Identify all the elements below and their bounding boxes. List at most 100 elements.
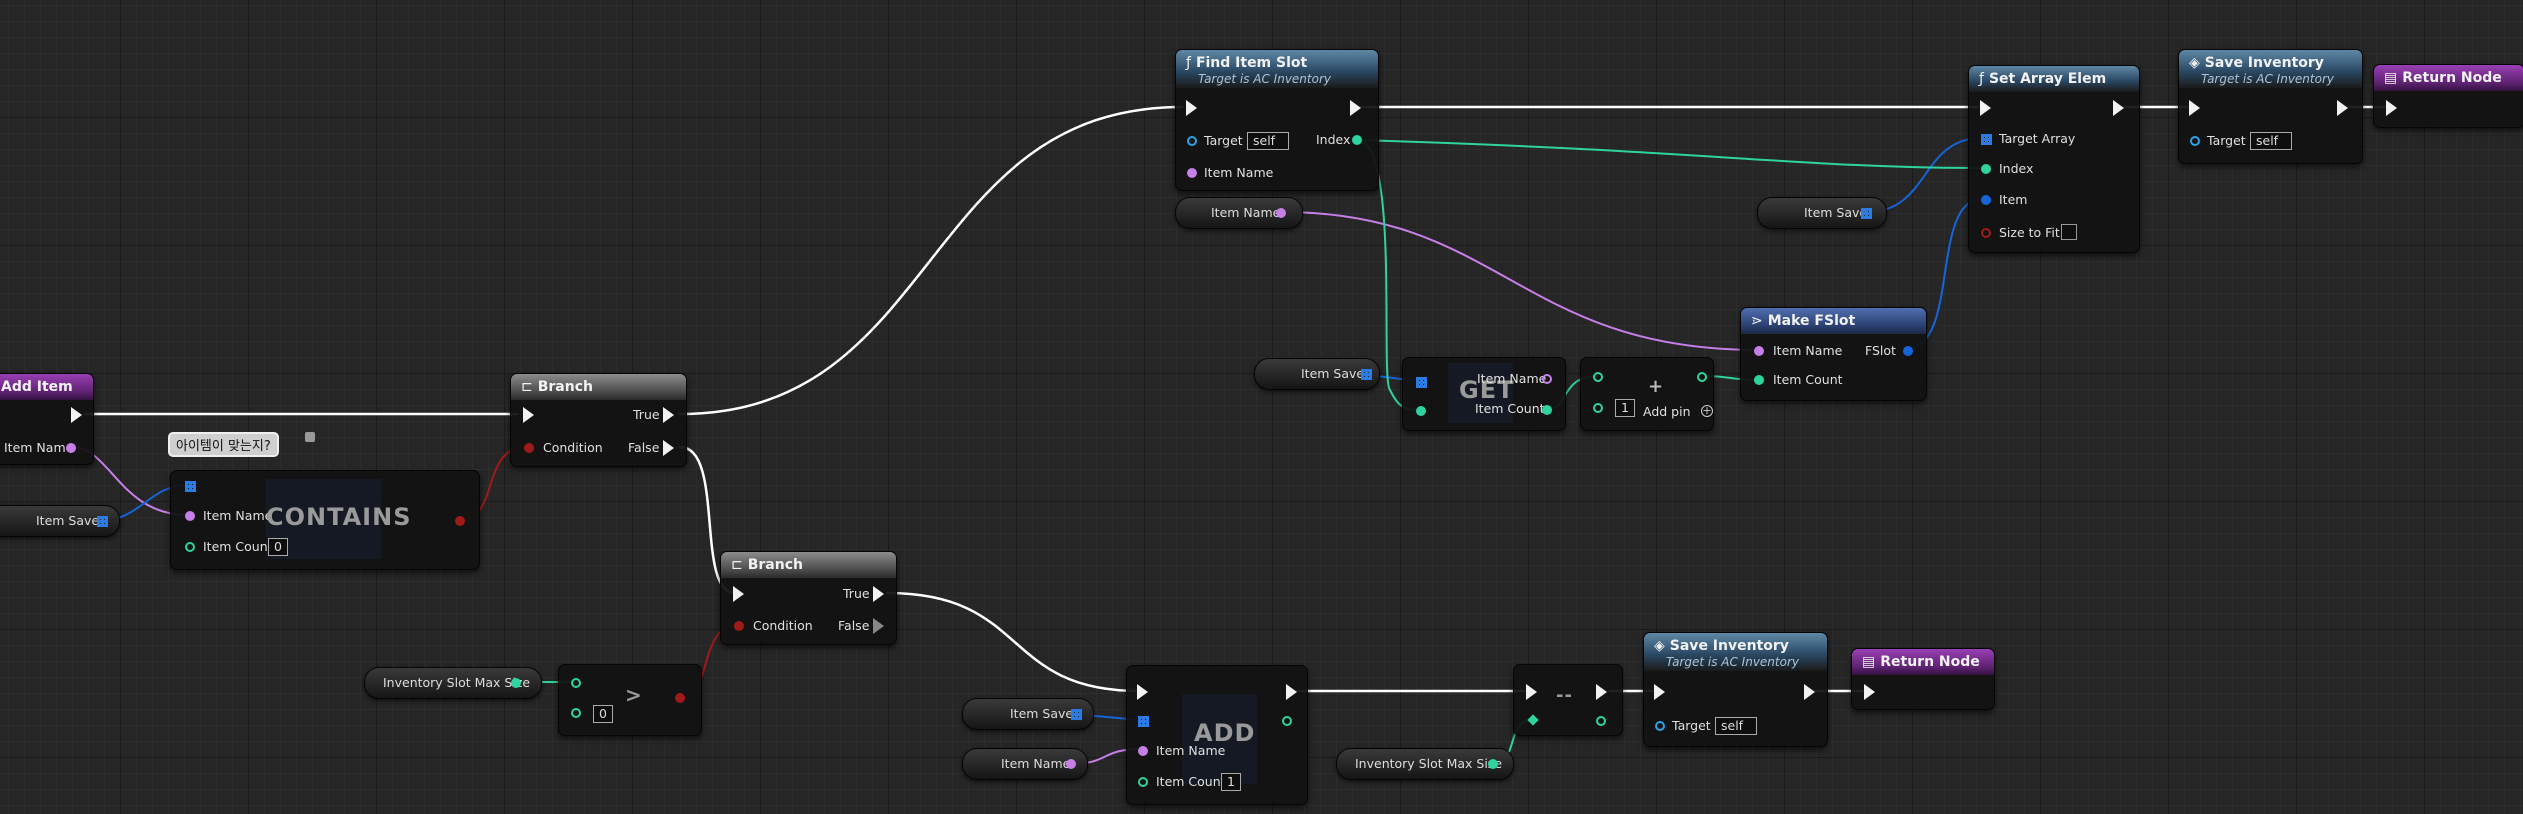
exec-in-pin[interactable] xyxy=(1864,684,1875,700)
object-in-pin[interactable] xyxy=(1187,136,1197,146)
inventory-slot-max-size-variable[interactable]: Inventory Slot Max Size xyxy=(1336,748,1514,780)
int-out-pin[interactable] xyxy=(511,678,521,688)
item-name-variable[interactable]: Item Name xyxy=(962,748,1088,780)
int-in-pin[interactable] xyxy=(1416,406,1426,416)
name-out-pin[interactable] xyxy=(66,443,76,453)
decrement-node[interactable]: -- xyxy=(1513,664,1623,736)
add-pin-icon[interactable]: + xyxy=(1701,405,1713,417)
item-save-variable[interactable]: Item Save xyxy=(1254,358,1380,390)
int-in-pin[interactable] xyxy=(1754,375,1764,385)
save-inventory-node[interactable]: ◈ Save Inventory Target is AC Inventory Ta… xyxy=(1643,632,1828,747)
struct-out-pin[interactable] xyxy=(1903,346,1913,356)
array-pin-icon[interactable] xyxy=(1981,134,1992,145)
save-inventory-node[interactable]: ◈ Save Inventory Target is AC Inventory Ta… xyxy=(2178,49,2363,164)
array-get-node[interactable]: GET Item Name Item Count xyxy=(1402,357,1566,431)
struct-in-pin[interactable] xyxy=(1981,195,1991,205)
int-in-pin[interactable] xyxy=(1593,403,1603,413)
exec-in-pin[interactable] xyxy=(1526,684,1537,700)
add-value-input[interactable]: 1 xyxy=(1615,399,1635,417)
name-in-pin[interactable] xyxy=(1754,346,1764,356)
exec-in-pin[interactable] xyxy=(1186,100,1197,116)
bool-in-pin[interactable] xyxy=(1981,228,1991,238)
exec-out-pin[interactable] xyxy=(1804,684,1815,700)
array-pin-icon[interactable] xyxy=(1861,208,1872,219)
add-int-node[interactable]: 1 + Add pin + xyxy=(1580,357,1714,431)
exec-out-pin[interactable] xyxy=(2337,100,2348,116)
comment-bubble[interactable]: 아이템이 맞는지? xyxy=(168,432,279,457)
exec-out-pin[interactable] xyxy=(873,618,884,634)
exec-in-pin[interactable] xyxy=(2386,100,2397,116)
array-add-node[interactable]: ADD Item Name Item Count 1 xyxy=(1126,665,1308,805)
name-out-pin[interactable] xyxy=(1066,759,1076,769)
int-in-pin[interactable] xyxy=(185,542,195,552)
exec-out-pin[interactable] xyxy=(663,407,674,423)
inventory-slot-max-size-variable[interactable]: Inventory Slot Max Size xyxy=(364,667,542,699)
exec-out-pin[interactable] xyxy=(663,440,674,456)
target-input[interactable]: self xyxy=(1715,717,1757,735)
int-in-pin[interactable] xyxy=(571,708,581,718)
compare-value-input[interactable]: 0 xyxy=(593,705,613,723)
target-input[interactable]: self xyxy=(1247,132,1289,150)
name-out-pin[interactable] xyxy=(1542,374,1552,384)
array-pin-icon[interactable] xyxy=(1361,369,1372,380)
target-input[interactable]: self xyxy=(2250,132,2292,150)
item-name-variable[interactable]: Item Name xyxy=(1175,197,1303,229)
object-in-pin[interactable] xyxy=(1655,721,1665,731)
name-out-pin[interactable] xyxy=(1276,208,1286,218)
exec-out-pin[interactable] xyxy=(873,586,884,602)
add-pin-label[interactable]: Add pin xyxy=(1643,404,1691,420)
bool-in-pin[interactable] xyxy=(524,443,534,453)
exec-in-pin[interactable] xyxy=(523,407,534,423)
bool-out-pin[interactable] xyxy=(675,693,685,703)
bool-out-pin[interactable] xyxy=(455,516,465,526)
int-in-pin[interactable] xyxy=(1138,777,1148,787)
exec-out-pin[interactable] xyxy=(2113,100,2124,116)
exec-in-pin[interactable] xyxy=(1137,684,1148,700)
item-count-input[interactable]: 0 xyxy=(268,538,288,556)
name-in-pin[interactable] xyxy=(1187,168,1197,178)
return-node[interactable]: ▤ Return Node xyxy=(1851,648,1995,710)
find-item-slot-node[interactable]: ƒ Find Item Slot Target is AC Inventory Ta… xyxy=(1175,49,1379,191)
exec-out-pin[interactable] xyxy=(71,407,82,423)
int-in-pin[interactable] xyxy=(571,678,581,688)
exec-out-pin[interactable] xyxy=(1350,100,1361,116)
int-out-pin[interactable] xyxy=(1488,759,1498,769)
blueprint-graph-canvas[interactable]: Add Item Item Name Item Save 아이템이 맞는지? I… xyxy=(0,0,2523,814)
exec-in-pin[interactable] xyxy=(1654,684,1665,700)
int-out-pin[interactable] xyxy=(1542,405,1552,415)
comment-close-icon[interactable] xyxy=(305,432,315,442)
int-in-pin[interactable] xyxy=(1527,714,1539,726)
exec-in-pin[interactable] xyxy=(2189,100,2200,116)
name-in-pin[interactable] xyxy=(1138,746,1148,756)
bool-in-pin[interactable] xyxy=(734,621,744,631)
branch-node-2[interactable]: ⊏ Branch True Condition False xyxy=(720,551,897,645)
item-save-variable[interactable]: Item Save xyxy=(962,698,1094,730)
name-in-pin[interactable] xyxy=(185,511,195,521)
make-fslot-node[interactable]: ⋗ Make FSlot Item Name FSlot Item Count xyxy=(1740,307,1927,401)
int-out-pin[interactable] xyxy=(1352,135,1362,145)
array-pin-icon[interactable] xyxy=(1138,716,1149,727)
array-pin-icon[interactable] xyxy=(185,481,196,492)
exec-out-pin[interactable] xyxy=(1286,684,1297,700)
add-item-node[interactable]: Add Item Item Name xyxy=(0,373,94,465)
int-out-pin[interactable] xyxy=(1697,372,1707,382)
int-out-pin[interactable] xyxy=(1596,716,1606,726)
int-in-pin[interactable] xyxy=(1593,372,1603,382)
array-pin-icon[interactable] xyxy=(97,516,108,527)
return-node[interactable]: ▤ Return Node xyxy=(2373,64,2523,128)
item-save-variable[interactable]: Item Save xyxy=(1757,197,1887,229)
exec-in-pin[interactable] xyxy=(1980,100,1991,116)
item-count-input[interactable]: 1 xyxy=(1221,773,1241,791)
exec-out-pin[interactable] xyxy=(1596,684,1607,700)
exec-in-pin[interactable] xyxy=(733,586,744,602)
object-in-pin[interactable] xyxy=(2190,136,2200,146)
array-pin-icon[interactable] xyxy=(1071,709,1082,720)
item-save-variable[interactable]: Item Save xyxy=(0,505,120,537)
int-out-pin[interactable] xyxy=(1282,716,1292,726)
size-to-fit-checkbox[interactable] xyxy=(2061,224,2077,240)
greater-than-node[interactable]: 0 > xyxy=(558,664,702,736)
int-in-pin[interactable] xyxy=(1981,164,1991,174)
array-pin-icon[interactable] xyxy=(1416,377,1427,388)
branch-node-1[interactable]: ⊏ Branch True Condition False xyxy=(510,373,687,467)
contains-node[interactable]: Item Name CONTAINS Item Count 0 xyxy=(170,470,480,570)
